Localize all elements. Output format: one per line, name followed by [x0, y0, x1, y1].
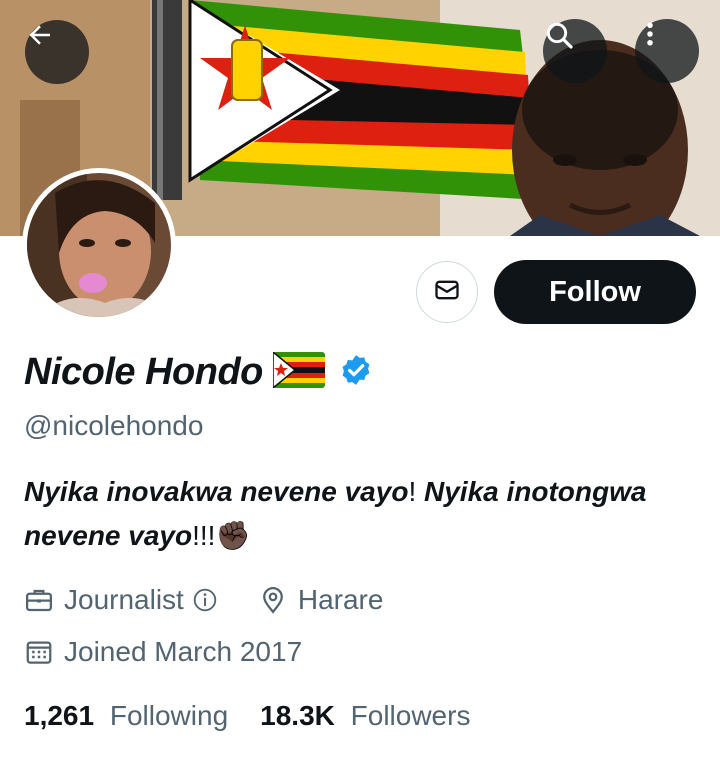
location-pin-icon — [258, 585, 288, 615]
zimbabwe-flag-emoji — [272, 349, 325, 393]
search-button[interactable] — [543, 19, 607, 83]
followers-label: Followers — [350, 700, 471, 731]
location-label: Harare — [297, 584, 384, 615]
verified-badge-icon[interactable] — [339, 353, 373, 392]
zimbabwe-flag — [188, 0, 540, 200]
profile-avatar[interactable] — [22, 168, 176, 322]
following-count: 1,261 — [24, 700, 95, 731]
display-name: Nicole Hondo — [24, 350, 263, 393]
following-link[interactable]: 1,261 Following — [24, 700, 228, 732]
following-label: Following — [109, 700, 229, 731]
more-options-button[interactable] — [635, 19, 699, 83]
bio-text-part4: !!! — [192, 520, 216, 551]
calendar-icon — [24, 637, 54, 667]
name-row: Nicole Hondo — [24, 346, 373, 398]
follow-button[interactable]: Follow — [494, 260, 696, 324]
raised-fist-emoji: ✊🏿 — [215, 520, 251, 551]
bio-text-part2: ! — [408, 476, 424, 507]
bio-text-part1: Nyika inovakwa nevene vayo — [24, 476, 409, 507]
profile-bio: Nyika inovakwa nevene vayo! Nyika inoton… — [24, 470, 704, 558]
profession-label: Journalist — [64, 584, 184, 615]
followers-count: 18.3K — [260, 700, 335, 731]
follow-stats: 1,261 Following 18.3K Followers — [24, 700, 470, 732]
briefcase-icon — [24, 585, 54, 615]
message-button[interactable] — [416, 261, 478, 323]
profile-handle: @nicolehondo — [24, 410, 204, 441]
avatar-photo — [27, 173, 171, 317]
profile-meta-row: Journalist Harare — [24, 584, 383, 616]
followers-link[interactable]: 18.3K Followers — [260, 700, 470, 732]
envelope-icon — [433, 276, 461, 309]
joined-row: Joined March 2017 — [24, 636, 302, 668]
back-button[interactable] — [25, 20, 89, 84]
info-icon[interactable] — [192, 587, 218, 613]
joined-date-label: Joined March 2017 — [64, 636, 303, 667]
